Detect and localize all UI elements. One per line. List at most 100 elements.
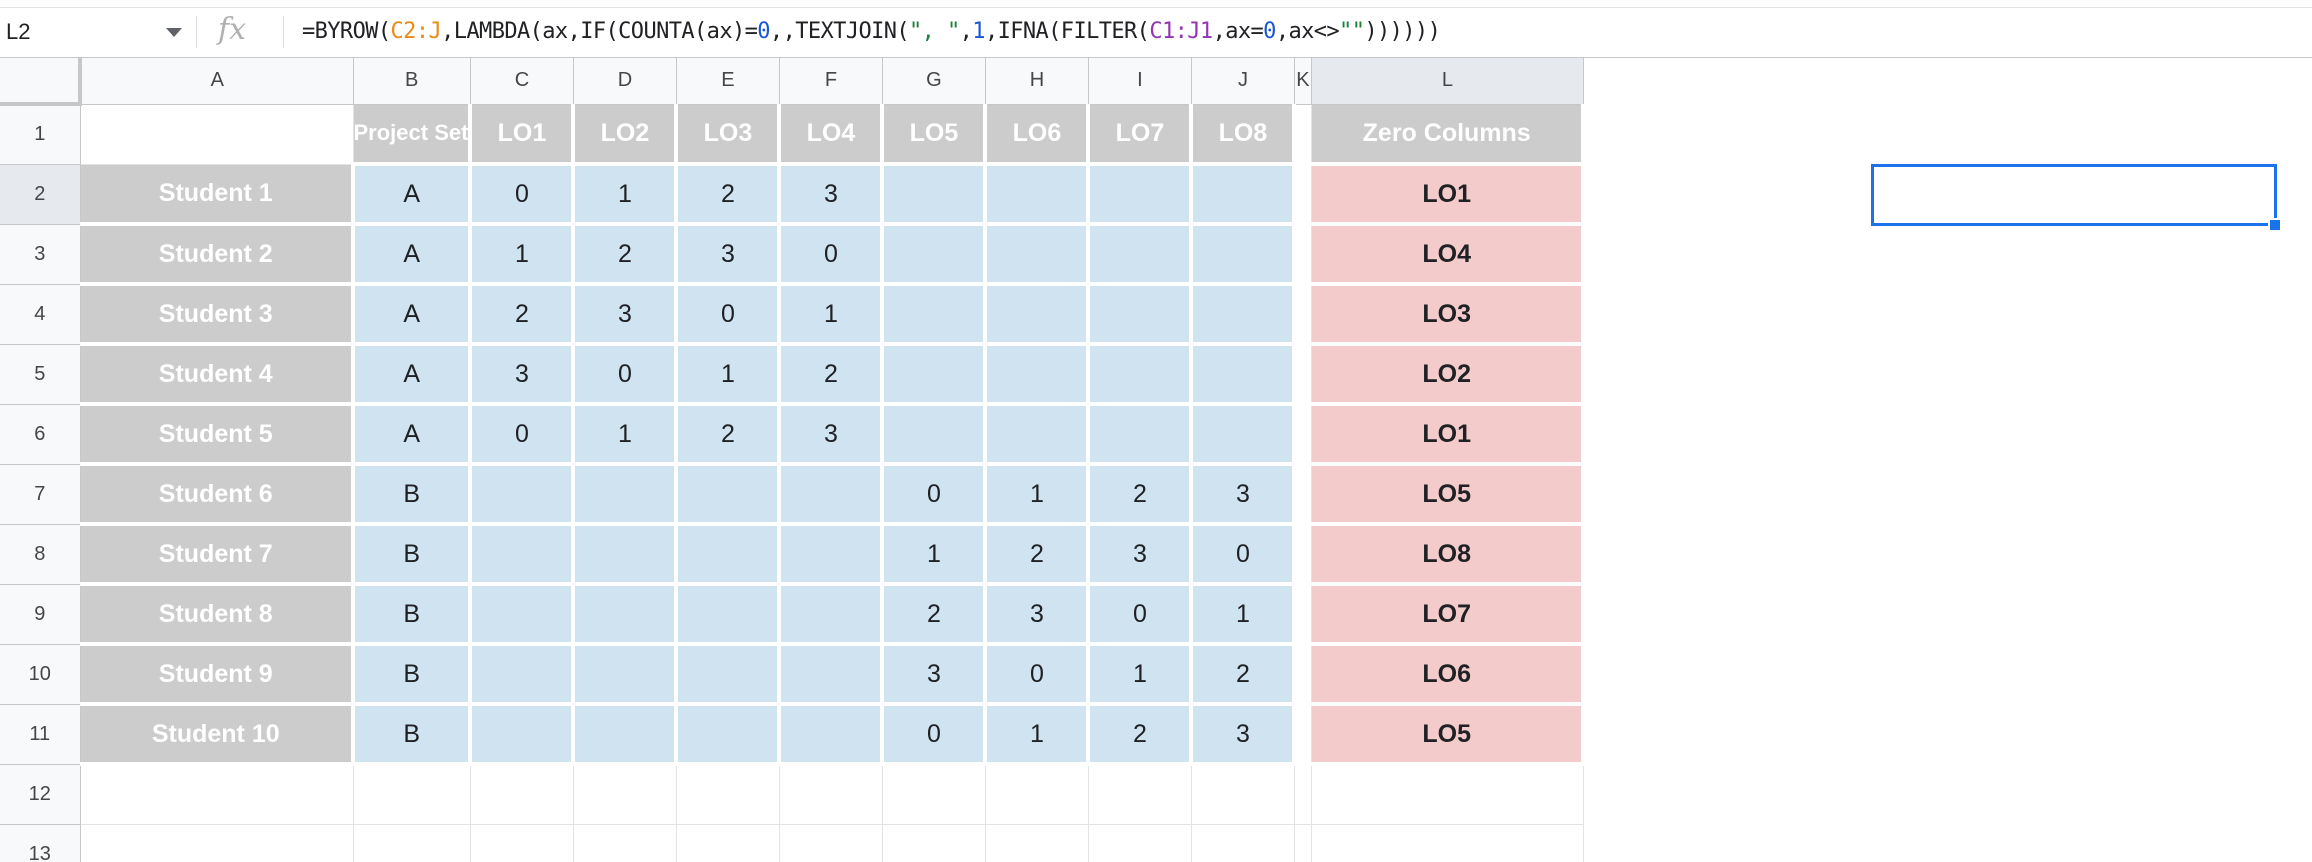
score-cell[interactable]	[1191, 224, 1297, 286]
student-name-cell[interactable]: Student 2	[80, 224, 355, 286]
score-cell[interactable]	[573, 584, 679, 646]
zero-columns-cell[interactable]: LO4	[1311, 224, 1586, 286]
empty-cell[interactable]	[1311, 824, 1584, 862]
score-cell[interactable]	[676, 464, 782, 526]
score-cell[interactable]	[470, 644, 576, 706]
score-cell[interactable]: 1	[985, 464, 1091, 526]
score-cell[interactable]: 1	[985, 704, 1091, 766]
score-cell[interactable]: 1	[779, 284, 885, 346]
score-cell[interactable]	[573, 464, 679, 526]
row-header-10[interactable]: 10	[0, 644, 81, 705]
empty-cell[interactable]	[80, 764, 354, 825]
score-cell[interactable]: 3	[1191, 464, 1297, 526]
score-cell[interactable]	[779, 524, 885, 586]
score-cell[interactable]	[470, 584, 576, 646]
zero-columns-cell[interactable]: LO3	[1311, 284, 1586, 346]
header-lo[interactable]: LO7	[1088, 104, 1194, 166]
column-header-k[interactable]: K	[1294, 58, 1312, 105]
student-name-cell[interactable]: Student 9	[80, 644, 355, 706]
score-cell[interactable]	[779, 644, 885, 706]
student-name-cell[interactable]: Student 7	[80, 524, 355, 586]
cell-k[interactable]	[1294, 284, 1312, 345]
row-header-12[interactable]: 12	[0, 764, 81, 825]
empty-cell[interactable]	[779, 824, 883, 862]
score-cell[interactable]: 0	[779, 224, 885, 286]
empty-cell[interactable]	[470, 764, 574, 825]
zero-columns-cell[interactable]: LO5	[1311, 704, 1586, 766]
student-name-cell[interactable]: Student 6	[80, 464, 355, 526]
cell-k[interactable]	[1294, 584, 1312, 645]
score-cell[interactable]	[882, 284, 988, 346]
column-header-b[interactable]: B	[353, 58, 471, 105]
column-header-l[interactable]: L	[1311, 58, 1584, 105]
score-cell[interactable]: 0	[882, 704, 988, 766]
score-cell[interactable]: 2	[882, 584, 988, 646]
score-cell[interactable]	[1088, 164, 1194, 226]
score-cell[interactable]: 0	[676, 284, 782, 346]
empty-cell[interactable]	[573, 764, 677, 825]
score-cell[interactable]	[1088, 404, 1194, 466]
row-header-5[interactable]: 5	[0, 344, 81, 405]
row-header-4[interactable]: 4	[0, 284, 81, 345]
empty-cell[interactable]	[1088, 824, 1192, 862]
empty-cell[interactable]	[470, 824, 574, 862]
score-cell[interactable]: 2	[1191, 644, 1297, 706]
zero-columns-cell[interactable]: LO1	[1311, 164, 1586, 226]
score-cell[interactable]	[882, 404, 988, 466]
student-name-cell[interactable]: Student 4	[80, 344, 355, 406]
formula-input[interactable]: =BYROW(C2:J,LAMBDA(ax,IF(COUNTA(ax)=0,,T…	[302, 14, 1441, 50]
score-cell[interactable]	[779, 464, 885, 526]
empty-cell[interactable]	[1294, 764, 1312, 825]
score-cell[interactable]: 0	[1191, 524, 1297, 586]
score-cell[interactable]	[985, 164, 1091, 226]
column-header-a[interactable]: A	[80, 58, 354, 105]
score-cell[interactable]: 3	[470, 344, 576, 406]
row-header-2[interactable]: 2	[0, 164, 81, 225]
score-cell[interactable]: 0	[573, 344, 679, 406]
score-cell[interactable]: 3	[985, 584, 1091, 646]
zero-columns-cell[interactable]: LO1	[1311, 404, 1586, 466]
score-cell[interactable]	[676, 644, 782, 706]
score-cell[interactable]: 2	[676, 164, 782, 226]
empty-cell[interactable]	[1311, 764, 1584, 825]
score-cell[interactable]: 3	[779, 404, 885, 466]
score-cell[interactable]	[573, 704, 679, 766]
cell-k[interactable]	[1294, 524, 1312, 585]
score-cell[interactable]: 2	[676, 404, 782, 466]
score-cell[interactable]: 2	[470, 284, 576, 346]
name-box[interactable]: L2	[0, 14, 180, 50]
row-header-1[interactable]: 1	[0, 104, 81, 165]
project-set-cell[interactable]: A	[353, 224, 473, 286]
fill-handle[interactable]	[2268, 218, 2282, 232]
chevron-down-icon[interactable]	[166, 28, 182, 37]
score-cell[interactable]: 1	[1191, 584, 1297, 646]
header-lo[interactable]: LO4	[779, 104, 885, 166]
score-cell[interactable]	[573, 524, 679, 586]
header-zero-columns[interactable]: Zero Columns	[1311, 104, 1586, 166]
cell-k[interactable]	[1294, 704, 1312, 765]
column-header-g[interactable]: G	[882, 58, 986, 105]
project-set-cell[interactable]: B	[353, 644, 473, 706]
zero-columns-cell[interactable]: LO7	[1311, 584, 1586, 646]
student-name-cell[interactable]: Student 1	[80, 164, 355, 226]
cell-k[interactable]	[1294, 464, 1312, 525]
score-cell[interactable]	[676, 524, 782, 586]
score-cell[interactable]	[1191, 344, 1297, 406]
column-header-i[interactable]: I	[1088, 58, 1192, 105]
column-header-c[interactable]: C	[470, 58, 574, 105]
score-cell[interactable]	[1088, 224, 1194, 286]
empty-cell[interactable]	[1191, 824, 1295, 862]
header-lo[interactable]: LO5	[882, 104, 988, 166]
cell-k[interactable]	[1294, 344, 1312, 405]
score-cell[interactable]: 1	[573, 404, 679, 466]
score-cell[interactable]: 1	[1088, 644, 1194, 706]
row-header-3[interactable]: 3	[0, 224, 81, 285]
score-cell[interactable]	[1191, 404, 1297, 466]
column-header-f[interactable]: F	[779, 58, 883, 105]
zero-columns-cell[interactable]: LO2	[1311, 344, 1586, 406]
row-header-13[interactable]: 13	[0, 824, 81, 862]
score-cell[interactable]: 2	[779, 344, 885, 406]
score-cell[interactable]	[985, 344, 1091, 406]
empty-cell[interactable]	[353, 824, 471, 862]
header-lo[interactable]: LO6	[985, 104, 1091, 166]
